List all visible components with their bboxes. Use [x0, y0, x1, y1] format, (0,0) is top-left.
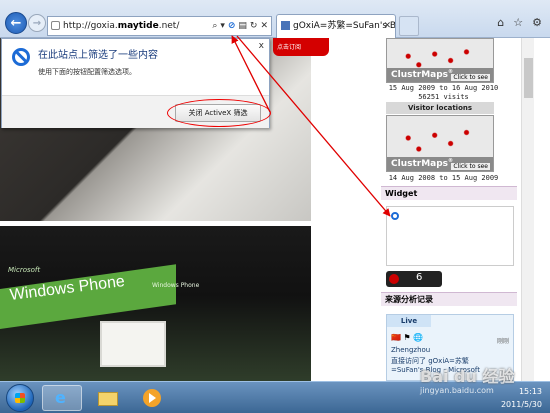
browser-toolbar: ← → http://goxia.maytide.net/ ⌕ ▾ ⊘ ▤ ↻ … — [0, 0, 550, 38]
start-button[interactable] — [6, 384, 34, 412]
tab-active[interactable]: gOxiA=苏繁=SuFan's Blo... ✕ — [276, 14, 396, 38]
page-icon — [51, 21, 60, 30]
home-icon[interactable]: ⌂ — [497, 16, 504, 29]
visitor-locations-header: Visitor locations — [386, 102, 494, 114]
tab-favicon — [281, 21, 290, 30]
clustrmap-1[interactable]: ClustrMaps® Click to see — [386, 38, 494, 83]
visit-time: 刚刚 — [496, 338, 509, 345]
map2-date-range: 14 Aug 2008 to 15 Aug 2009 — [388, 174, 499, 182]
map-footer: ClustrMaps® Click to see — [387, 157, 493, 171]
settings-gear-icon[interactable]: ⚙ — [532, 16, 542, 29]
blocked-content-icon[interactable]: ⊘ — [228, 17, 236, 35]
subscribe-text: 点击订阅 — [277, 44, 302, 51]
visitor-city: Zhengzhou — [391, 346, 431, 354]
compat-view-icon[interactable]: ▤ — [238, 17, 247, 35]
clustrmap-2[interactable]: ClustrMaps® Click to see — [386, 115, 494, 172]
live-tab[interactable]: Live — [387, 315, 431, 327]
widget-box — [386, 206, 514, 266]
tab-close-icon[interactable]: ✕ — [383, 15, 391, 37]
activex-filter-popup: 在此站点上筛选了一些内容 使用下面的按钮配置筛选选项。 x 关闭 ActiveX… — [1, 38, 271, 128]
highlight-oval — [167, 99, 271, 127]
favorites-icon[interactable]: ☆ — [513, 16, 523, 29]
system-clock[interactable]: 15:13 2011/5/30 — [501, 385, 542, 411]
counter-icon — [389, 274, 399, 284]
click-to-see-label[interactable]: Click to see — [451, 163, 490, 170]
blog-sidebar: ClustrMaps® Click to see 15 Aug 2009 to … — [381, 38, 521, 381]
forward-arrow-icon: → — [32, 17, 42, 29]
clustrmaps-brand: ClustrMaps® — [391, 158, 454, 169]
map1-visits: 56251 visits — [418, 93, 469, 101]
page-scrollbar[interactable] — [521, 38, 534, 381]
visitor-flags-icon: 🇨🇳 ⚑ 🌐 — [391, 333, 424, 342]
browser-right-tools: ⌂ ☆ ⚙ — [497, 16, 542, 29]
refresh-icon[interactable]: ↻ — [250, 17, 258, 35]
clustrmaps-brand: ClustrMaps® — [391, 69, 454, 80]
map-footer: ClustrMaps® Click to see — [387, 68, 493, 82]
back-arrow-icon: ← — [10, 15, 22, 31]
taskbar-media-button[interactable] — [132, 385, 172, 411]
blocked-activex-icon — [391, 212, 399, 220]
taskbar-ie-button[interactable]: e — [42, 385, 82, 411]
click-to-see-label[interactable]: Click to see — [451, 74, 490, 81]
address-text: http://goxia.maytide.net/ — [63, 21, 180, 31]
folder-icon — [98, 392, 118, 406]
watermark-url: jingyan.baidu.com — [420, 386, 494, 395]
blocked-content-icon — [12, 48, 30, 66]
popup-description: 使用下面的按钮配置筛选选项。 — [38, 68, 136, 76]
windows-phone-logo: Windows Phone — [152, 282, 200, 289]
widget-heading: Widget — [381, 186, 517, 200]
media-player-icon — [143, 389, 161, 407]
address-tools[interactable]: ⌕ ▾ ⊘ ▤ ↻ ✕ — [212, 17, 268, 35]
tab-title: gOxiA=苏繁=SuFan's Blo... — [293, 21, 396, 31]
forward-button[interactable]: → — [28, 14, 46, 32]
source-analysis-heading: 来源分析记录 — [381, 292, 517, 306]
taskbar-explorer-button[interactable] — [88, 385, 128, 411]
visitor-counter[interactable]: 6 — [386, 271, 442, 287]
booth-sign — [100, 321, 166, 367]
microsoft-label: Microsoft — [8, 266, 41, 274]
clock-date: 2011/5/30 — [500, 400, 542, 409]
search-dropdown-icon[interactable]: ⌕ ▾ — [212, 17, 224, 35]
stop-icon[interactable]: ✕ — [260, 17, 268, 35]
map1-date-range: 15 Aug 2009 to 16 Aug 2010 — [388, 84, 499, 92]
counter-value: 6 — [416, 272, 423, 283]
close-icon[interactable]: x — [259, 41, 264, 51]
popup-title: 在此站点上筛选了一些内容 — [38, 50, 158, 61]
new-tab-button[interactable] — [399, 16, 419, 36]
baidu-watermark: Bai du 经验 — [420, 367, 515, 386]
scrollbar-thumb[interactable] — [524, 58, 533, 98]
address-bar[interactable]: http://goxia.maytide.net/ ⌕ ▾ ⊘ ▤ ↻ ✕ — [47, 16, 272, 36]
subscribe-banner[interactable]: 点击订阅 — [273, 38, 329, 56]
windows-phone-booth-photo: Microsoft Windows Phone Windows Phone — [0, 226, 311, 381]
back-button[interactable]: ← — [5, 12, 27, 34]
ie-icon: e — [55, 388, 66, 407]
